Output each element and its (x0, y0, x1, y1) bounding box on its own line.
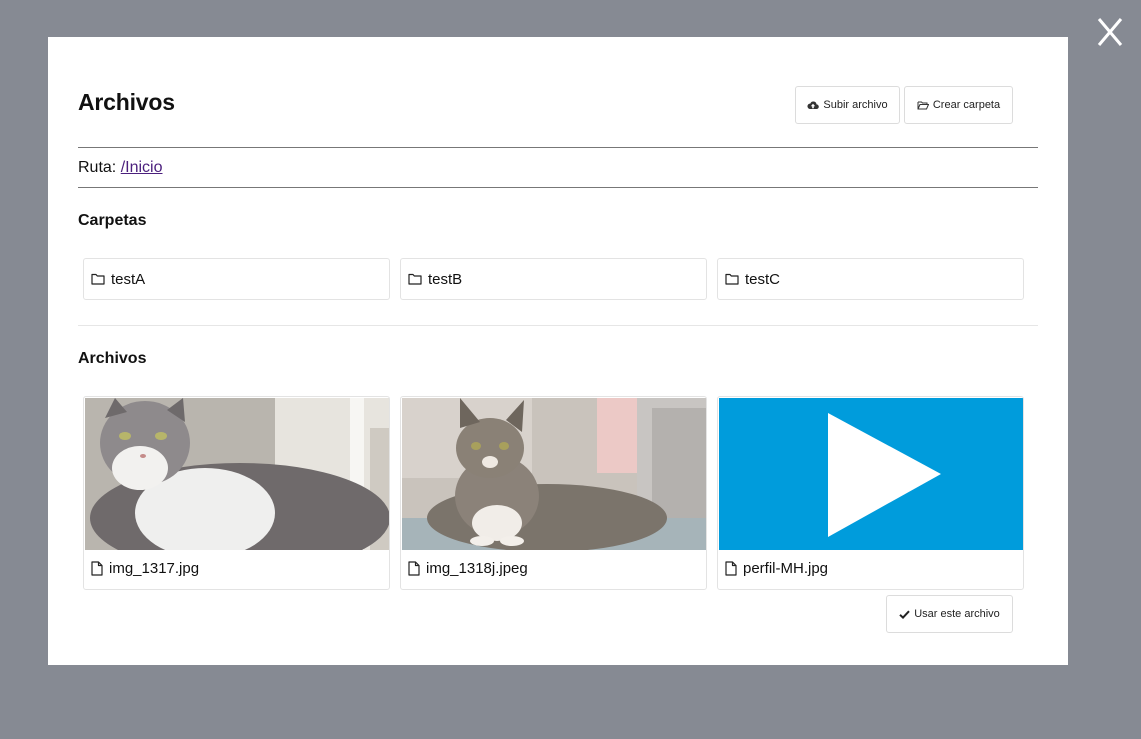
use-file-label: Usar este archivo (914, 608, 1000, 620)
cat-photo-image (402, 398, 706, 550)
folder-open-icon (917, 101, 929, 110)
file-name-row: perfil-MH.jpg (725, 560, 828, 577)
folder-icon (91, 273, 105, 285)
file-name: img_1317.jpg (109, 560, 200, 577)
path-link-inicio[interactable]: /Inicio (121, 159, 163, 176)
file-icon (725, 561, 737, 576)
file-name: perfil-MH.jpg (743, 560, 829, 577)
path-label: Ruta: (78, 159, 117, 176)
create-folder-button[interactable]: Crear carpeta (904, 86, 1013, 124)
folders-heading: Carpetas (78, 212, 147, 229)
folder-icon (725, 273, 739, 285)
create-folder-label: Crear carpeta (932, 99, 1001, 111)
breadcrumb: Ruta: /Inicio (78, 159, 163, 177)
cat-photo-image (85, 398, 389, 550)
check-icon (899, 610, 910, 619)
file-thumbnail (719, 398, 1023, 550)
file-card[interactable]: img_1317.jpg (83, 396, 390, 590)
folder-item[interactable]: testB (400, 258, 707, 300)
folder-name: testA (111, 270, 146, 288)
file-browser-modal: Archivos Subir archivo Crear carpeta Rut… (48, 37, 1068, 665)
file-card[interactable]: img_1318j.jpeg (400, 396, 707, 590)
file-name: img_1318j.jpeg (426, 560, 528, 577)
file-thumbnail (85, 398, 389, 550)
upload-file-label: Subir archivo (823, 99, 888, 111)
files-heading: Archivos (78, 350, 147, 367)
folder-icon (408, 273, 422, 285)
file-icon (408, 561, 420, 576)
use-file-button[interactable]: Usar este archivo (886, 595, 1013, 633)
file-name-row: img_1318j.jpeg (408, 560, 528, 577)
file-card[interactable]: perfil-MH.jpg (717, 396, 1024, 590)
modal-title: Archivos (78, 89, 175, 115)
play-thumbnail (719, 398, 1023, 550)
folder-item[interactable]: testA (83, 258, 390, 300)
folder-name: testC (745, 270, 781, 288)
cloud-upload-icon (807, 101, 820, 109)
close-icon (1097, 18, 1123, 46)
divider (78, 187, 1038, 188)
folder-name: testB (428, 270, 463, 288)
close-modal-button[interactable] (1094, 14, 1126, 50)
file-name-row: img_1317.jpg (91, 560, 199, 577)
file-icon (91, 561, 103, 576)
file-thumbnail (402, 398, 706, 550)
folder-item[interactable]: testC (717, 258, 1024, 300)
upload-file-button[interactable]: Subir archivo (795, 86, 900, 124)
divider (78, 147, 1038, 148)
divider (78, 325, 1038, 326)
